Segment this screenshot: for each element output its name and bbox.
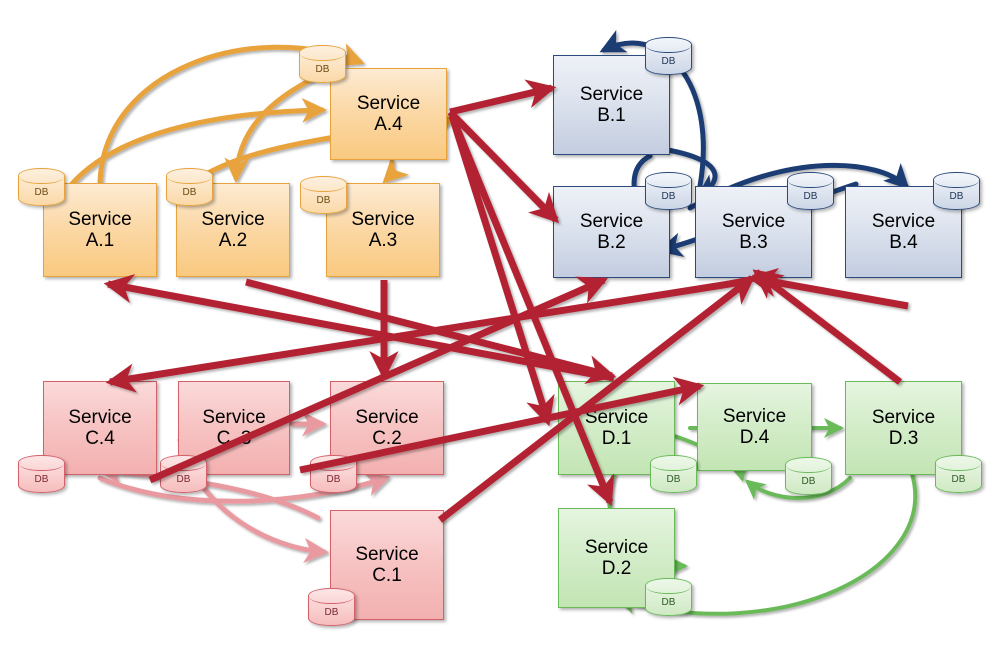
- cross-group-arrows: [103, 79, 909, 523]
- edge-c-1-to-b-3: [437, 275, 756, 523]
- architecture-diagram: Service A.1 DB Service A.2 DB Service A.3 DB Serv…: [0, 0, 1000, 650]
- edge-b-3-to-a-1: [105, 278, 743, 393]
- cross-group-edge-layer: [103, 79, 909, 523]
- edge-a-4-to-b-1: [449, 79, 557, 116]
- edge-c-2-to-d-4: [299, 376, 705, 474]
- edge-b-4-to-b-3: [747, 267, 909, 310]
